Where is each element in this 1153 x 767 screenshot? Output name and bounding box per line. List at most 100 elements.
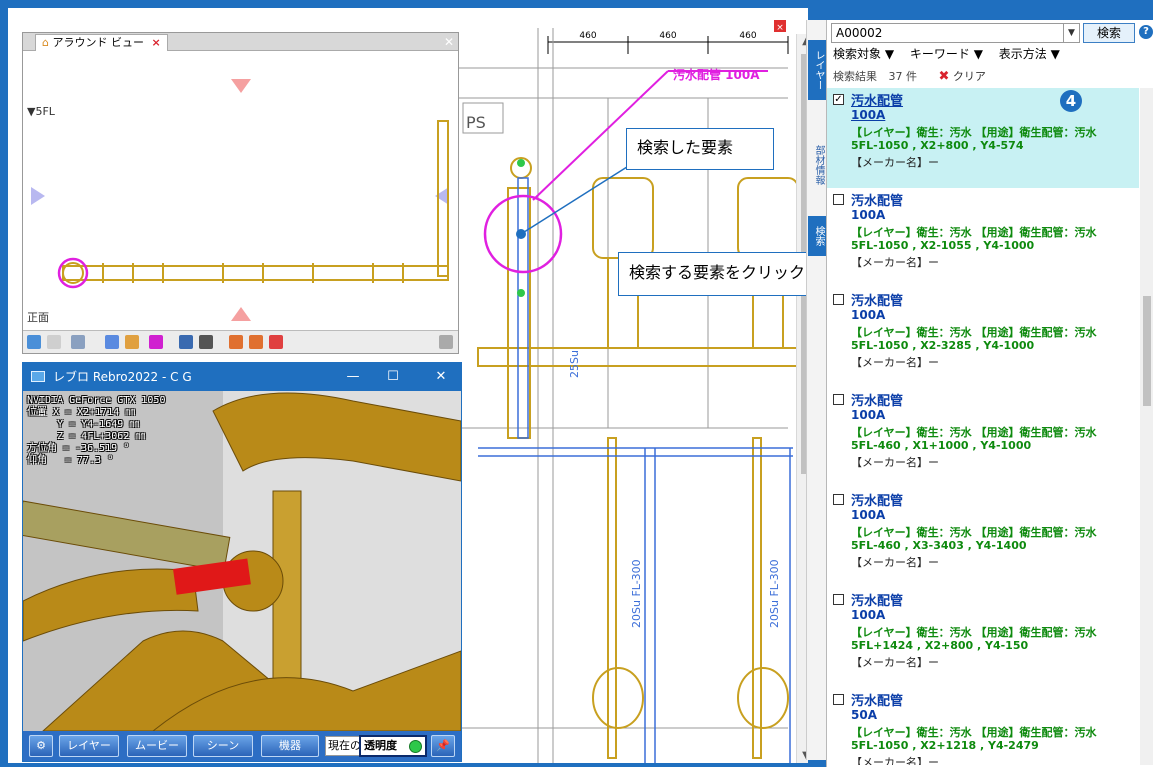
search-panel: ▼ 検索 ? 検索対象 ▼ キーワード ▼ 表示方法 ▼ 検索結果 37 件 ✖…: [826, 20, 1153, 767]
result-maker: 【メーカー名】ー: [851, 256, 939, 269]
result-maker: 【メーカー名】ー: [851, 756, 939, 765]
close-icon[interactable]: ✕: [444, 33, 454, 51]
filter-display[interactable]: 表示方法 ▼: [999, 47, 1060, 61]
filter-keyword[interactable]: キーワード ▼: [910, 47, 983, 61]
home-icon: ⌂: [42, 36, 49, 49]
result-title[interactable]: 汚水配管: [851, 490, 903, 509]
result-position: 5FL-1050 , X2-3285 , Y4-1000: [851, 339, 1035, 352]
result-size: 100A: [851, 608, 886, 622]
result-layer: 【レイヤー】衛生：汚水 【用途】衛生配管：汚水: [851, 326, 1097, 339]
result-checkbox[interactable]: [833, 694, 844, 705]
clear-button[interactable]: ✖ クリア: [938, 69, 986, 84]
result-maker: 【メーカー名】ー: [851, 656, 939, 669]
close-window-icon[interactable]: ✕: [421, 363, 461, 391]
pin-window-icon[interactable]: 📌: [431, 735, 455, 757]
around-view-tab-label: アラウンド ビュー: [52, 36, 144, 49]
eye-icon[interactable]: [71, 335, 85, 349]
result-checkbox[interactable]: [833, 294, 844, 305]
view-label: 正面: [27, 311, 49, 324]
result-item[interactable]: 汚水配管 100A 【レイヤー】衛生：汚水 【用途】衛生配管：汚水 5FL-46…: [827, 388, 1139, 488]
result-layer: 【レイヤー】衛生：汚水 【用途】衛生配管：汚水: [851, 126, 1097, 139]
tab-member-info[interactable]: 部材情報: [808, 130, 826, 200]
result-item[interactable]: 汚水配管 100A 【レイヤー】衛生：汚水 【用途】衛生配管：汚水 5FL-10…: [827, 188, 1139, 288]
result-position: 5FL+1424 , X2+800 , Y4-150: [851, 639, 1029, 652]
tool-icon-7[interactable]: [229, 335, 243, 349]
scene-button[interactable]: シーン: [193, 735, 253, 757]
search-dropdown-icon[interactable]: ▼: [1064, 23, 1080, 43]
result-maker: 【メーカー名】ー: [851, 556, 939, 569]
result-size: 100A: [851, 108, 886, 122]
result-position: 5FL-1050 , X2-1055 , Y4-1000: [851, 239, 1035, 252]
results-scroll-thumb[interactable]: [1143, 296, 1151, 406]
result-item[interactable]: 汚水配管 50A 【レイヤー】衛生：汚水 【用途】衛生配管：汚水 5FL-105…: [827, 688, 1139, 765]
tool-icon-5[interactable]: [149, 335, 163, 349]
result-layer: 【レイヤー】衛生：汚水 【用途】衛生配管：汚水: [851, 426, 1097, 439]
cg-3d-scene[interactable]: NVIDIA GeForce GTX 1050 位置 X = X2+1714 ㎜…: [23, 391, 461, 731]
movie-button[interactable]: ムービー: [127, 735, 187, 757]
equipment-button[interactable]: 機器: [261, 735, 319, 757]
result-title[interactable]: 汚水配管: [851, 190, 903, 209]
result-title[interactable]: 汚水配管: [851, 390, 903, 409]
result-item[interactable]: 汚水配管 100A 【レイヤー】衛生：汚水 【用途】衛生配管：汚水 5FL+14…: [827, 588, 1139, 688]
pin-icon[interactable]: [439, 335, 453, 349]
result-checkbox[interactable]: ✓: [833, 94, 844, 105]
result-item[interactable]: 汚水配管 100A 【レイヤー】衛生：汚水 【用途】衛生配管：汚水 5FL-10…: [827, 288, 1139, 388]
result-checkbox[interactable]: [833, 394, 844, 405]
tab-close-icon[interactable]: ×: [151, 36, 160, 49]
around-view-toolbar: [23, 330, 458, 353]
tab-search[interactable]: 検索: [808, 216, 826, 256]
tool-icon-2[interactable]: [47, 335, 61, 349]
opacity-knob[interactable]: [409, 740, 422, 753]
step-badge: 4: [1060, 90, 1082, 112]
filter-target[interactable]: 検索対象 ▼: [833, 47, 894, 61]
results-scrollbar[interactable]: [1140, 88, 1153, 765]
result-title[interactable]: 汚水配管: [851, 90, 903, 109]
camera-icon[interactable]: [199, 335, 213, 349]
result-checkbox[interactable]: [833, 594, 844, 605]
result-summary: 検索結果 37 件 ✖ クリア: [833, 68, 1133, 86]
result-title[interactable]: 汚水配管: [851, 290, 903, 309]
result-layer: 【レイヤー】衛生：汚水 【用途】衛生配管：汚水: [851, 526, 1097, 539]
tool-icon-1[interactable]: [27, 335, 41, 349]
result-position: 5FL-1050 , X2+1218 , Y4-2479: [851, 739, 1039, 752]
layer-button[interactable]: レイヤー: [59, 735, 119, 757]
callout-found-element: 検索した要素: [626, 128, 774, 170]
result-size: 50A: [851, 708, 877, 722]
tool-icon-3[interactable]: [105, 335, 119, 349]
clear-icon: ✖: [938, 69, 950, 84]
minimize-icon[interactable]: —: [333, 363, 373, 391]
settings-icon[interactable]: ⚙: [29, 735, 53, 757]
result-label: 検索結果: [833, 70, 877, 83]
result-maker: 【メーカー名】ー: [851, 456, 939, 469]
result-title[interactable]: 汚水配管: [851, 590, 903, 609]
result-item[interactable]: ✓ 汚水配管 100A 【レイヤー】衛生：汚水 【用途】衛生配管：汚水 5FL-…: [827, 88, 1139, 188]
search-input[interactable]: [831, 23, 1064, 43]
result-size: 100A: [851, 208, 886, 222]
result-layer: 【レイヤー】衛生：汚水 【用途】衛生配管：汚水: [851, 626, 1097, 639]
cg-title: レブロ Rebro2022 - C G: [53, 370, 192, 384]
around-view-tab[interactable]: ⌂ アラウンド ビュー ×: [35, 34, 168, 51]
tool-icon-8[interactable]: [249, 335, 263, 349]
result-size: 100A: [851, 408, 886, 422]
result-title[interactable]: 汚水配管: [851, 690, 903, 709]
result-position: 5FL-460 , X3-3403 , Y4-1400: [851, 539, 1027, 552]
tool-icon-4[interactable]: [125, 335, 139, 349]
maximize-icon[interactable]: ☐: [373, 363, 413, 391]
help-icon[interactable]: ?: [1139, 25, 1153, 39]
tab-layer[interactable]: レイヤー: [808, 40, 826, 100]
result-maker: 【メーカー名】ー: [851, 356, 939, 369]
result-checkbox[interactable]: [833, 194, 844, 205]
cg-window: レブロ Rebro2022 - C G — ☐ ✕ NVIDIA GeForce…: [22, 362, 462, 762]
cg-info-overlay: NVIDIA GeForce GTX 1050 位置 X = X2+1714 ㎜…: [27, 395, 166, 466]
result-item[interactable]: 汚水配管 100A 【レイヤー】衛生：汚水 【用途】衛生配管：汚水 5FL-46…: [827, 488, 1139, 588]
floor-label: ▼5FL: [27, 105, 55, 118]
result-layer: 【レイヤー】衛生：汚水 【用途】衛生配管：汚水: [851, 226, 1097, 239]
search-button[interactable]: 検索: [1083, 23, 1135, 43]
result-count: 37 件: [888, 70, 918, 83]
filter-row: 検索対象 ▼ キーワード ▼ 表示方法 ▼: [833, 45, 1072, 63]
tool-icon-6[interactable]: [179, 335, 193, 349]
opacity-toggle[interactable]: 透明度: [359, 735, 427, 757]
result-checkbox[interactable]: [833, 494, 844, 505]
side-tabs: レイヤー 部材情報 検索: [806, 20, 826, 760]
tool-icon-9[interactable]: [269, 335, 283, 349]
